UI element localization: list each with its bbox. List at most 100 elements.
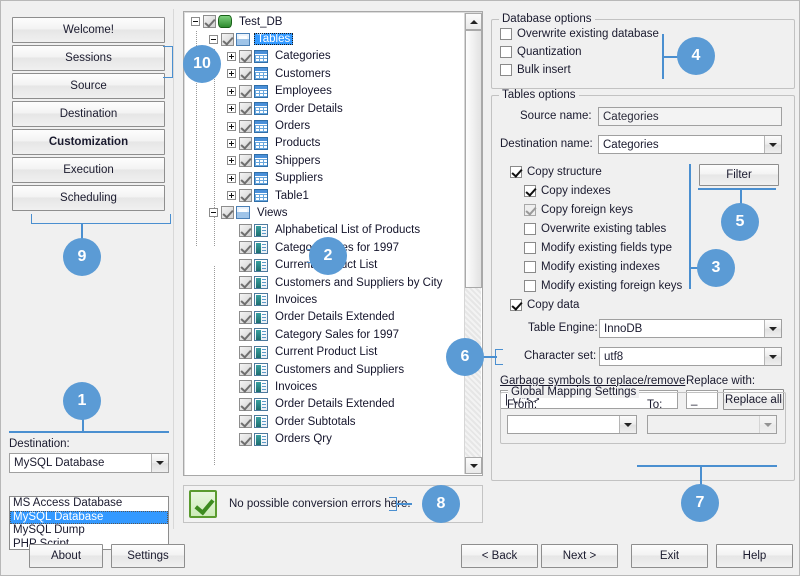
tree-node-view[interactable]: Order Subtotals (185, 413, 464, 430)
checkbox-icon[interactable] (239, 241, 252, 254)
checkbox-overwrite-existing-database[interactable]: Overwrite existing database (500, 28, 659, 40)
checkbox-modify-existing-fields-type[interactable]: Modify existing fields type (524, 242, 672, 254)
destination-combo[interactable]: MySQL Database (9, 453, 169, 473)
checkbox-quantization[interactable]: Quantization (500, 46, 582, 58)
checkbox-icon[interactable] (500, 28, 512, 40)
tree-node-table[interactable]: Products (185, 135, 464, 152)
checkbox-icon[interactable] (510, 299, 522, 311)
tree-node-table[interactable]: Order Details (185, 100, 464, 117)
collapse-toggle-icon[interactable] (191, 17, 200, 26)
checkbox-bulk-insert[interactable]: Bulk insert (500, 64, 571, 76)
chevron-down-icon[interactable] (759, 416, 776, 433)
tree-node-root[interactable]: Test_DB (185, 13, 464, 30)
tree-node-view[interactable]: Category Sales for 1997 (185, 326, 464, 343)
expand-toggle-icon[interactable] (227, 52, 236, 61)
checkbox-icon[interactable] (524, 280, 536, 292)
nav-button-execution[interactable]: Execution (12, 157, 165, 183)
tree-node-views-folder[interactable]: Views (185, 204, 464, 221)
tree-node-table[interactable]: Shippers (185, 152, 464, 169)
tree-node-table[interactable]: Suppliers (185, 170, 464, 187)
filter-button[interactable]: Filter (699, 164, 779, 186)
expand-toggle-icon[interactable] (227, 69, 236, 78)
expand-toggle-icon[interactable] (227, 156, 236, 165)
checkbox-icon[interactable] (239, 67, 252, 80)
destination-name-combo[interactable]: Categories (598, 135, 782, 154)
tree-node-view[interactable]: Order Details Extended (185, 396, 464, 413)
checkbox-icon[interactable] (221, 206, 234, 219)
nav-button-source[interactable]: Source (12, 73, 165, 99)
tree-node-view[interactable]: Order Details Extended (185, 309, 464, 326)
scroll-down-button[interactable] (465, 457, 482, 474)
tree-node-view[interactable]: Orders Qry (185, 430, 464, 447)
help-button[interactable]: Help (716, 544, 793, 568)
exit-button[interactable]: Exit (631, 544, 708, 568)
checkbox-icon[interactable] (239, 311, 252, 324)
expand-toggle-icon[interactable] (227, 87, 236, 96)
checkbox-copy-data[interactable]: Copy data (510, 299, 579, 311)
chevron-down-icon[interactable] (764, 320, 781, 337)
checkbox-icon[interactable] (239, 380, 252, 393)
checkbox-icon[interactable] (239, 259, 252, 272)
scroll-up-button[interactable] (465, 13, 482, 30)
tree-node-table[interactable]: Table1 (185, 187, 464, 204)
expand-toggle-icon[interactable] (227, 174, 236, 183)
nav-button-sessions[interactable]: Sessions (12, 45, 165, 71)
mapping-from-combo[interactable] (507, 415, 637, 434)
scrollbar-track[interactable] (465, 30, 481, 457)
destination-option-2[interactable]: MySQL Dump (10, 524, 168, 538)
next-button[interactable]: Next > (541, 544, 618, 568)
checkbox-icon[interactable] (239, 433, 252, 446)
checkbox-icon[interactable] (500, 46, 512, 58)
checkbox-icon[interactable] (239, 415, 252, 428)
tree-scrollbar[interactable] (464, 13, 481, 474)
checkbox-icon[interactable] (239, 137, 252, 150)
checkbox-icon[interactable] (524, 261, 536, 273)
tree-node-view[interactable]: Invoices (185, 291, 464, 308)
checkbox-icon[interactable] (239, 398, 252, 411)
checkbox-overwrite-existing-tables[interactable]: Overwrite existing tables (524, 223, 666, 235)
checkbox-icon[interactable] (239, 293, 252, 306)
checkbox-modify-existing-indexes[interactable]: Modify existing indexes (524, 261, 660, 273)
checkbox-icon[interactable] (510, 166, 522, 178)
mapping-to-combo[interactable] (647, 415, 777, 434)
checkbox-icon[interactable] (239, 120, 252, 133)
chevron-down-icon[interactable] (151, 454, 168, 472)
character-set-combo[interactable]: utf8 (599, 347, 782, 366)
expand-toggle-icon[interactable] (227, 122, 236, 131)
checkbox-icon[interactable] (239, 189, 252, 202)
back-button[interactable]: < Back (461, 544, 538, 568)
tree-node-table[interactable]: Orders (185, 117, 464, 134)
nav-button-welcome[interactable]: Welcome! (12, 17, 165, 43)
checkbox-icon[interactable] (239, 276, 252, 289)
chevron-down-icon[interactable] (619, 416, 636, 433)
destination-option-0[interactable]: MS Access Database (10, 497, 168, 511)
checkbox-modify-existing-foreign-keys[interactable]: Modify existing foreign keys (524, 280, 682, 292)
nav-button-scheduling[interactable]: Scheduling (12, 185, 165, 211)
checkbox-icon[interactable] (203, 15, 216, 28)
checkbox-icon[interactable] (239, 346, 252, 359)
tree-node-table[interactable]: Categories (185, 48, 464, 65)
settings-button[interactable]: Settings (111, 544, 185, 568)
checkbox-icon[interactable] (524, 242, 536, 254)
expand-toggle-icon[interactable] (227, 104, 236, 113)
checkbox-icon[interactable] (524, 223, 536, 235)
nav-button-customization[interactable]: Customization (12, 129, 165, 155)
checkbox-icon[interactable] (239, 85, 252, 98)
checkbox-copy-structure[interactable]: Copy structure (510, 166, 602, 178)
destination-option-1[interactable]: MySQL Database (10, 511, 168, 525)
scrollbar-thumb[interactable] (465, 30, 482, 288)
expand-toggle-icon[interactable] (227, 139, 236, 148)
tree-node-table[interactable]: Employees (185, 83, 464, 100)
collapse-toggle-icon[interactable] (209, 208, 218, 217)
checkbox-icon[interactable] (239, 102, 252, 115)
tree-node-view[interactable]: Customers and Suppliers (185, 361, 464, 378)
checkbox-icon[interactable] (239, 328, 252, 341)
tree-node-tables-folder[interactable]: Tables (185, 30, 464, 47)
checkbox-icon[interactable] (524, 185, 536, 197)
checkbox-icon[interactable] (500, 64, 512, 76)
expand-toggle-icon[interactable] (227, 191, 236, 200)
chevron-down-icon[interactable] (764, 348, 781, 365)
collapse-toggle-icon[interactable] (209, 35, 218, 44)
tree-node-table[interactable]: Customers (185, 65, 464, 82)
tree-node-view[interactable]: Current Product List (185, 343, 464, 360)
